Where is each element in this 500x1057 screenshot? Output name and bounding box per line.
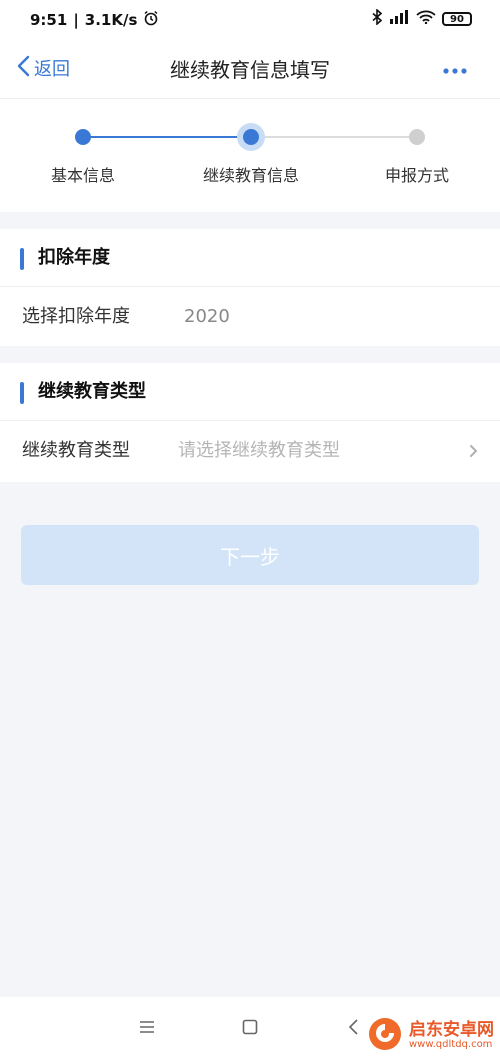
watermark-logo-icon	[367, 1016, 403, 1056]
bluetooth-icon	[372, 8, 383, 29]
section-deduction-year: 扣除年度 选择扣除年度 2020	[0, 229, 500, 346]
watermark: 启东安卓网 www.qdltdq.com	[367, 1017, 494, 1055]
back-icon[interactable]	[342, 1015, 366, 1039]
watermark-sub: www.qdltdq.com	[409, 1038, 493, 1050]
home-icon[interactable]	[238, 1015, 262, 1039]
watermark-main: 启东安卓网	[409, 1019, 494, 1040]
watermark-text: 启东安卓网 www.qdltdq.com	[409, 1019, 494, 1050]
status-time: 9:51	[30, 11, 68, 29]
more-button[interactable]	[440, 58, 470, 78]
deduction-year-selector[interactable]: 选择扣除年度 2020	[0, 287, 500, 346]
progress-stepper: 基本信息 继续教育信息 申报方式	[0, 99, 500, 212]
back-label: 返回	[34, 59, 70, 80]
step-line-done	[83, 136, 251, 138]
field-value-year: 2020	[184, 306, 230, 327]
section-title-year: 扣除年度	[38, 247, 110, 268]
field-label-year: 选择扣除年度	[22, 306, 130, 327]
field-label-type: 继续教育类型	[22, 440, 130, 461]
section-header: 继续教育类型	[0, 363, 500, 421]
status-left: 9:51 | 3.1K/s	[30, 9, 159, 31]
section-accent-bar	[20, 248, 24, 270]
section-title-type: 继续教育类型	[38, 381, 146, 402]
section-education-type: 继续教育类型 继续教育类型 请选择继续教育类型	[0, 363, 500, 482]
chevron-left-icon	[16, 55, 30, 82]
nav-bar: 继续教育信息填写 返回	[0, 38, 500, 99]
education-type-selector[interactable]: 继续教育类型 请选择继续教育类型	[0, 421, 500, 480]
step-line-pending	[251, 136, 417, 138]
step-dot-declare-method	[409, 129, 425, 145]
status-separator: |	[73, 11, 79, 29]
menu-icon[interactable]	[135, 1015, 159, 1039]
wifi-icon	[416, 10, 436, 28]
chevron-right-icon	[468, 441, 480, 461]
next-step-button[interactable]: 下一步	[21, 525, 479, 585]
page-title: 继续教育信息填写	[170, 57, 330, 82]
field-placeholder-type: 请选择继续教育类型	[178, 440, 340, 461]
section-header: 扣除年度	[0, 229, 500, 287]
alarm-icon	[143, 10, 159, 30]
step-label-declare-method: 申报方式	[384, 166, 449, 185]
battery-icon: 90	[442, 12, 472, 26]
status-right: 90	[372, 8, 472, 30]
back-button[interactable]: 返回	[16, 52, 70, 84]
step-label-education: 继续教育信息	[202, 166, 299, 185]
step-label-basic-info: 基本信息	[50, 166, 115, 185]
signal-icon	[388, 10, 410, 28]
section-accent-bar	[20, 382, 24, 404]
status-bar: 9:51 | 3.1K/s 90	[0, 0, 500, 38]
network-speed: 3.1K/s	[84, 11, 138, 29]
more-dots-icon	[443, 59, 467, 78]
step-dot-education	[243, 129, 259, 145]
step-dot-basic-info	[75, 129, 91, 145]
